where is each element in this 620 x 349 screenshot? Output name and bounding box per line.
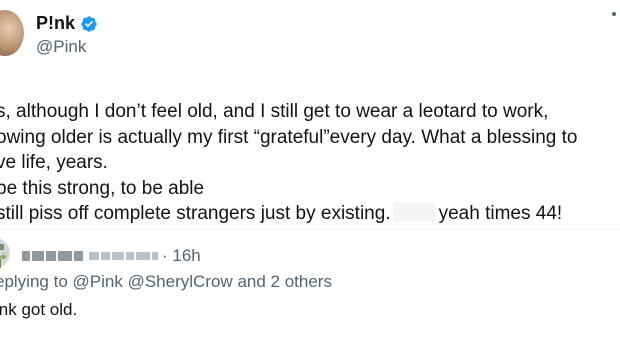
others-link[interactable]: and 2 others [237,272,332,291]
redacted-emoji [392,202,435,223]
reply-text: ink got old. [0,300,78,319]
tweet-line-part: yeah times 44! [438,203,563,224]
author-handle[interactable]: @Pink [36,37,86,57]
reply-divider [0,229,620,230]
tweet-text: s, although I don’t feel old, and I stil… [0,99,620,227]
tweet-line: s, although I don’t feel old, and I stil… [0,101,549,122]
author-name-row: P!nk [36,13,98,34]
reply-header: · 16h [22,246,205,266]
tweet-line: ve life, years. [0,152,108,173]
author-avatar[interactable] [0,10,24,56]
replying-to-label: eplying to [0,272,68,291]
plant-icon [0,255,6,268]
more-options-icon[interactable] [612,12,618,22]
reply-time[interactable]: · 16h [162,246,201,266]
tweet-line: be this strong, to be able [0,177,205,199]
verified-badge-icon [81,15,97,32]
author-display-name[interactable]: P!nk [36,13,75,34]
tweet-line: still piss off complete strangers just b… [0,201,620,227]
reply-display-name[interactable] [22,251,83,261]
tweet-line-part: still piss off complete strangers just b… [0,203,391,224]
mention-link[interactable]: @Pink [73,272,123,291]
mention-link[interactable]: @SherylCrow [128,272,233,291]
tweet-line: owing older is actually my first “gratef… [0,126,578,148]
replying-to-line: eplying to @Pink @SherylCrow and 2 other… [0,272,332,292]
reply-handle[interactable] [89,252,158,260]
